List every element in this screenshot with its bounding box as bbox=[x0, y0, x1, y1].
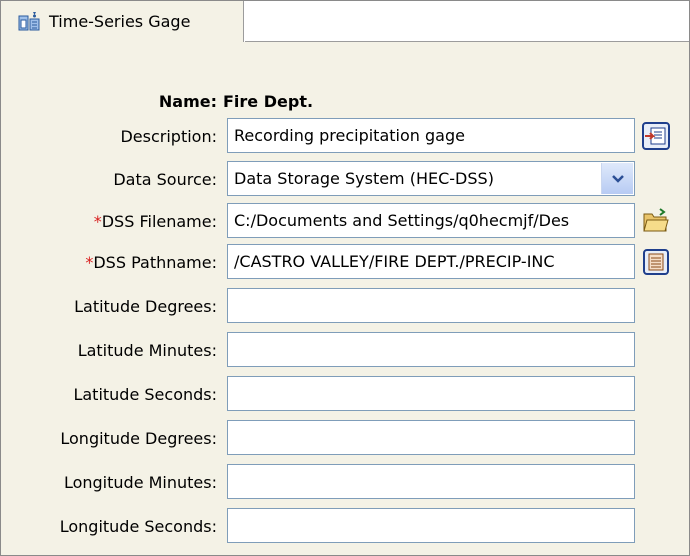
open-folder-icon[interactable] bbox=[641, 206, 671, 236]
required-marker: * bbox=[93, 211, 102, 231]
dss-pathname-label: * DSS Pathname: bbox=[1, 243, 217, 281]
latitude-degrees-row: Latitude Degrees: bbox=[1, 287, 689, 325]
gage-icon bbox=[17, 10, 41, 34]
tab-time-series-gage[interactable]: Time-Series Gage bbox=[1, 1, 244, 42]
longitude-minutes-row: Longitude Minutes: bbox=[1, 463, 689, 501]
data-source-value: Data Storage System (HEC-DSS) bbox=[234, 169, 494, 188]
latitude-degrees-label: Latitude Degrees: bbox=[74, 296, 217, 316]
name-label: Name: bbox=[158, 91, 217, 111]
longitude-degrees-row: Longitude Degrees: bbox=[1, 419, 689, 457]
form-area: Name: Fire Dept. Description: Recording … bbox=[1, 42, 689, 555]
longitude-minutes-label: Longitude Minutes: bbox=[63, 472, 217, 492]
longitude-minutes-field[interactable] bbox=[227, 464, 635, 499]
description-label: Description: bbox=[120, 126, 217, 146]
latitude-degrees-field[interactable] bbox=[227, 288, 635, 323]
edit-description-icon[interactable] bbox=[641, 121, 671, 151]
longitude-degrees-field[interactable] bbox=[227, 420, 635, 455]
select-path-icon[interactable] bbox=[641, 247, 671, 277]
tab-strip: Time-Series Gage bbox=[1, 1, 689, 42]
dss-pathname-row: * DSS Pathname: /CASTRO VALLEY/FIRE DEPT.… bbox=[1, 243, 689, 281]
dss-pathname-label-text: DSS Pathname: bbox=[93, 252, 217, 272]
latitude-seconds-field[interactable] bbox=[227, 376, 635, 411]
name-value: Fire Dept. bbox=[223, 91, 314, 111]
longitude-degrees-label: Longitude Degrees: bbox=[60, 428, 217, 448]
gage-editor-panel: Time-Series Gage Name: Fire Dept. Descri… bbox=[0, 0, 690, 556]
latitude-minutes-row: Latitude Minutes: bbox=[1, 331, 689, 369]
dss-filename-label-text: DSS Filename: bbox=[101, 211, 217, 231]
latitude-seconds-row: Latitude Seconds: bbox=[1, 375, 689, 413]
required-marker: * bbox=[85, 252, 94, 272]
latitude-minutes-label: Latitude Minutes: bbox=[77, 340, 217, 360]
longitude-seconds-field[interactable] bbox=[227, 508, 635, 543]
latitude-seconds-label: Latitude Seconds: bbox=[73, 384, 217, 404]
description-field[interactable]: Recording precipitation gage bbox=[227, 118, 635, 153]
dss-pathname-field[interactable]: /CASTRO VALLEY/FIRE DEPT./PRECIP-INC bbox=[227, 244, 635, 279]
chevron-down-icon[interactable] bbox=[601, 163, 633, 194]
data-source-label: Data Source: bbox=[113, 169, 217, 189]
data-source-select[interactable]: Data Storage System (HEC-DSS) bbox=[227, 161, 635, 196]
longitude-seconds-row: Longitude Seconds: bbox=[1, 507, 689, 545]
dss-filename-field[interactable]: C:/Documents and Settings/q0hecmjf/Des bbox=[227, 203, 635, 238]
description-row: Description: Recording precipitation gag… bbox=[1, 117, 689, 155]
longitude-seconds-label: Longitude Seconds: bbox=[59, 516, 217, 536]
tab-label: Time-Series Gage bbox=[49, 12, 191, 31]
dss-filename-row: * DSS Filename: C:/Documents and Settings… bbox=[1, 202, 689, 240]
name-row: Name: Fire Dept. bbox=[1, 82, 689, 120]
dss-filename-label: * DSS Filename: bbox=[1, 202, 217, 240]
latitude-minutes-field[interactable] bbox=[227, 332, 635, 367]
data-source-row: Data Source: Data Storage System (HEC-DS… bbox=[1, 160, 689, 198]
